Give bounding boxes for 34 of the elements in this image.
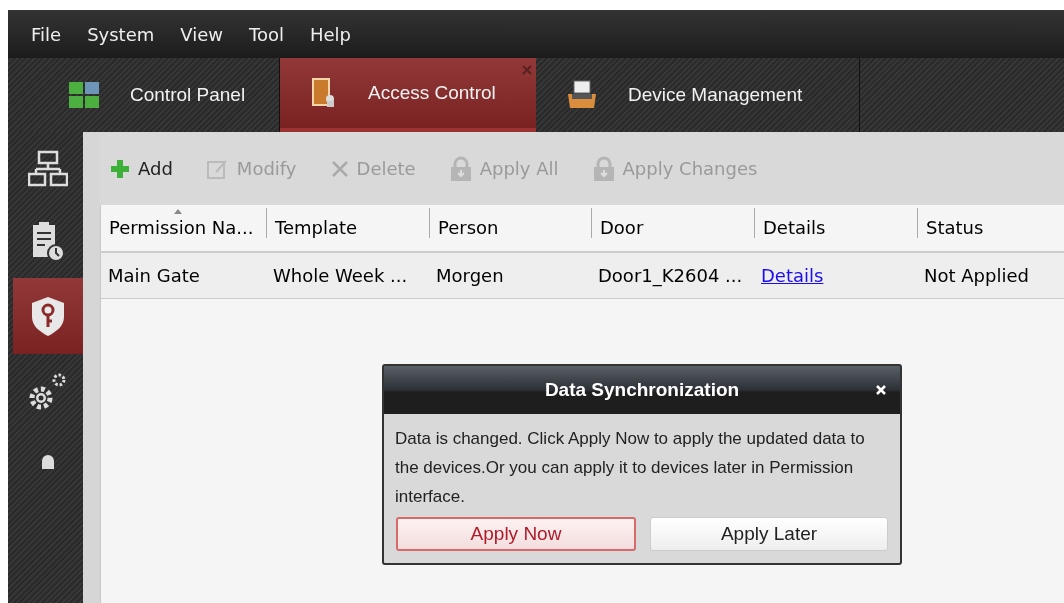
menu-item[interactable]: System xyxy=(74,23,168,45)
cross-icon xyxy=(330,159,349,178)
dialog-message: Data is changed. Click Apply Now to apply the updated data to the devices.Or you can apply it to devices later in Permission interface. xyxy=(394,428,866,508)
table-cell-text: Morgen xyxy=(435,265,505,286)
column-header[interactable]: Status xyxy=(917,208,1064,238)
lock-icon xyxy=(449,155,472,182)
sort-arrow-icon xyxy=(174,209,182,214)
plus-icon xyxy=(110,158,130,179)
column-header[interactable]: Person xyxy=(429,208,591,238)
column-header[interactable]: Details xyxy=(754,208,917,238)
shield-key-icon xyxy=(31,296,65,336)
menu-item[interactable]: Tool xyxy=(235,23,297,45)
sidebar-button[interactable] xyxy=(13,278,83,354)
printer-tray-icon xyxy=(566,80,598,110)
table-cell-text: Door1_K2604 ... xyxy=(597,265,744,286)
apply-later-button[interactable]: Apply Later xyxy=(650,517,888,551)
module-tab[interactable]: Access Control xyxy=(280,58,536,132)
table-cell-text: Whole Week ... xyxy=(272,265,409,286)
menu-item[interactable]: View xyxy=(167,23,236,45)
menu-item[interactable]: File xyxy=(18,23,75,45)
column-header[interactable]: Permission Na... xyxy=(101,208,266,238)
clipboard-clock-icon xyxy=(30,219,66,264)
network-icon xyxy=(28,148,68,189)
lock-icon xyxy=(592,155,615,182)
menu-item[interactable]: Help xyxy=(296,23,364,45)
table-cell-text: Main Gate xyxy=(107,265,201,286)
grid-icon xyxy=(68,81,100,109)
dialog-title: Data Synchronization xyxy=(544,379,740,401)
column-header[interactable]: Door xyxy=(591,208,754,238)
table-cell-text: Not Applied xyxy=(923,265,1030,286)
column-header[interactable]: Template xyxy=(266,208,429,238)
apply-now-button[interactable]: Apply Now xyxy=(396,517,636,551)
toolbar-button[interactable]: Add xyxy=(110,158,187,179)
details-link[interactable]: Details xyxy=(761,265,824,286)
